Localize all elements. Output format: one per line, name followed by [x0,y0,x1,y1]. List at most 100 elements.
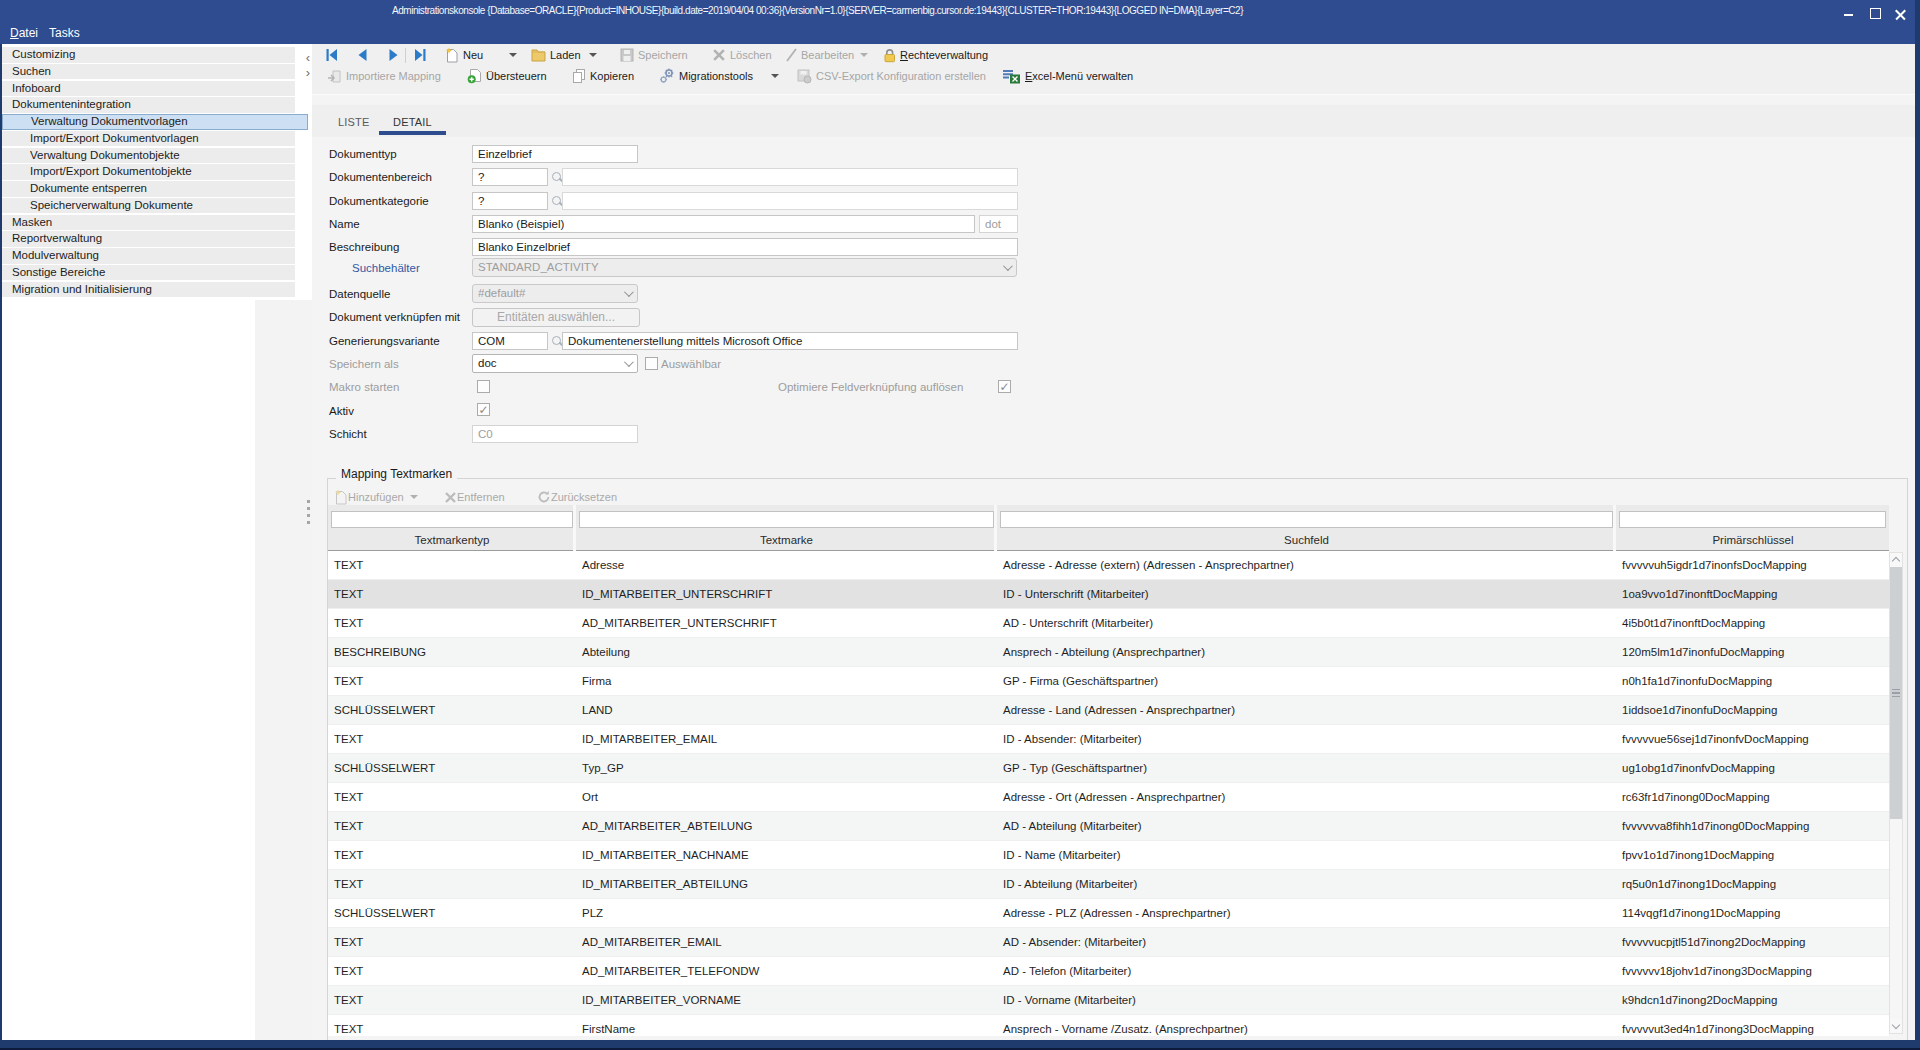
new-button[interactable]: Neu [445,45,517,65]
sidebar-item[interactable]: Reportverwaltung [2,231,295,247]
filter-input-textmarke[interactable] [579,511,994,528]
table-row[interactable]: SCHLÜSSELWERT Typ_GP GP - Typ (Geschäfts… [328,754,1889,783]
sidebar-item[interactable]: Migration und Initialisierung [2,282,295,298]
scroll-up-icon[interactable] [1890,553,1902,567]
menu-tasks[interactable]: Tasks [49,26,80,40]
splitter-handle[interactable] [307,500,310,525]
add-mapping-button[interactable]: Hinzufügen [334,488,418,506]
edit-dropdown-arrow[interactable] [860,53,868,57]
sidebar-item[interactable]: Dokumente entsperren [2,181,295,197]
speichern-als-select[interactable]: doc [472,354,638,373]
table-row[interactable]: TEXT AD_MITARBEITER_EMAIL AD - Absender:… [328,928,1889,957]
maximize-button[interactable] [1866,4,1884,20]
label-speichern-als: Speichern als [329,355,399,373]
table-row[interactable]: TEXT AD_MITARBEITER_ABTEILUNG AD - Abtei… [328,812,1889,841]
table-row[interactable]: TEXT AD_MITARBEITER_UNTERSCHRIFT AD - Un… [328,609,1889,638]
vertical-scrollbar[interactable] [1889,552,1903,1034]
sidebar-item[interactable]: Verwaltung Dokumentobjekte [2,148,295,164]
table-row[interactable]: TEXT Ort Adresse - Ort (Adressen - Anspr… [328,783,1889,812]
column-header-textmarke[interactable]: Textmarke [576,531,997,550]
sidebar-item[interactable]: Customizing [2,47,295,63]
dokumentkategorie-text[interactable] [562,192,1018,210]
rights-button[interactable]: Rechteverwaltung [883,45,988,65]
mapping-table: Textmarkentyp Textmarke Suchfeld Primärs… [327,505,1889,1036]
dokumenttyp-input[interactable]: Einzelbrief [472,145,638,163]
optimiere-checkbox[interactable] [998,380,1011,393]
nav-next-button[interactable] [385,45,402,65]
copy-button[interactable]: Kopieren [572,66,634,86]
table-row[interactable]: TEXT ID_MITARBEITER_ABTEILUNG ID - Abtei… [328,870,1889,899]
generierungsvariante-input[interactable]: COM [472,332,548,350]
sidebar-item[interactable]: Masken [2,215,295,231]
makro-starten-checkbox[interactable] [477,380,490,393]
sidebar-item[interactable]: Import/Export Dokumentvorlagen [2,131,295,147]
sidebar-item[interactable]: Dokumentenintegration [2,97,295,113]
label-dokument-verknuepfen: Dokument verknüpfen mit [329,308,460,326]
table-row[interactable]: TEXT ID_MITARBEITER_VORNAME ID - Vorname… [328,986,1889,1015]
sidebar-item[interactable]: Modulverwaltung [2,248,295,264]
nav-last-button[interactable] [412,45,429,65]
sidebar-item[interactable]: Import/Export Dokumentobjekte [2,164,295,180]
close-button[interactable] [1891,4,1909,20]
suchbehaelter-select[interactable]: STANDARD_ACTIVITY [472,258,1017,277]
reset-mapping-button[interactable]: Zurücksetzen [537,488,617,506]
save-button[interactable]: Speichern [620,45,688,65]
import-mapping-button[interactable]: Importiere Mapping [327,66,441,86]
scroll-down-icon[interactable] [1890,1019,1902,1033]
generierungsvariante-text[interactable]: Dokumentenerstellung mittels Microsoft O… [562,332,1018,350]
table-row[interactable]: TEXT AD_MITARBEITER_TELEFONDW AD - Telef… [328,957,1889,986]
load-button[interactable]: Laden [531,45,597,65]
menu-datei[interactable]: Datei [10,26,38,40]
edit-button[interactable]: Bearbeiten [785,45,868,65]
migration-dropdown-arrow[interactable] [771,74,779,78]
entitaeten-button[interactable]: Entitäten auswählen... [472,308,640,327]
remove-mapping-button[interactable]: Entfernen [444,488,505,506]
dokumentenbereich-input[interactable]: ? [472,168,548,186]
sidebar-item[interactable]: Speicherverwaltung Dokumente [2,198,295,214]
column-header-textmarkentyp[interactable]: Textmarkentyp [328,531,576,550]
table-row[interactable]: TEXT ID_MITARBEITER_NACHNAME ID - Name (… [328,841,1889,870]
lock-icon [883,48,896,63]
table-row[interactable]: TEXT FirstName Ansprech - Vorname /Zusat… [328,1015,1889,1036]
csv-export-button[interactable]: CSV-Export Konfiguration erstellen [797,66,986,86]
beschreibung-input[interactable]: Blanko Einzelbrief [472,238,1018,256]
migration-tools-button[interactable]: Migrationstools [659,66,779,86]
sidebar-item[interactable]: Infoboard [2,81,295,97]
table-row[interactable]: TEXT Firma GP - Firma (Geschäftspartner)… [328,667,1889,696]
table-row[interactable]: BESCHREIBUNG Abteilung Ansprech - Abteil… [328,638,1889,667]
minimize-button[interactable] [1840,4,1858,20]
name-input[interactable]: Blanko (Beispiel) [472,215,975,233]
nav-first-button[interactable] [323,45,340,65]
excel-menu-button[interactable]: Excel-Menü verwalten [1002,66,1133,86]
scrollbar-thumb[interactable] [1890,567,1902,819]
schicht-input[interactable]: C0 [472,425,638,443]
auswaehlbar-checkbox[interactable] [645,357,658,370]
nav-prev-button[interactable] [354,45,371,65]
delete-button[interactable]: Löschen [712,45,772,65]
filter-input-suchfeld[interactable] [1000,511,1613,528]
tab-detail[interactable]: DETAIL [393,116,432,128]
dokumentenbereich-text[interactable] [562,168,1018,186]
label-suchbehaelter[interactable]: Suchbehälter [352,259,420,277]
new-dropdown-arrow[interactable] [509,53,517,57]
load-dropdown-arrow[interactable] [589,53,597,57]
tab-liste[interactable]: LISTE [338,116,370,128]
sidebar-item[interactable]: Sonstige Bereiche [2,265,295,281]
delete-x-icon [712,48,726,62]
table-row[interactable]: SCHLÜSSELWERT PLZ Adresse - PLZ (Adresse… [328,899,1889,928]
aktiv-checkbox[interactable] [477,403,490,416]
table-row[interactable]: SCHLÜSSELWERT LAND Adresse - Land (Adres… [328,696,1889,725]
column-header-primaerschluessel[interactable]: Primärschlüssel [1616,531,1889,550]
table-row[interactable]: TEXT Adresse Adresse - Adresse (extern) … [328,551,1889,580]
column-header-suchfeld[interactable]: Suchfeld [997,531,1616,550]
override-button[interactable]: Übersteuern [467,66,547,86]
table-row[interactable]: TEXT ID_MITARBEITER_EMAIL ID - Absender:… [328,725,1889,754]
label-dokumentkategorie: Dokumentkategorie [329,192,429,210]
filter-input-primaerschluessel[interactable] [1619,511,1886,528]
filter-input-textmarkentyp[interactable] [331,511,573,528]
sidebar-item[interactable]: Verwaltung Dokumentvorlagen [2,114,308,130]
sidebar-item[interactable]: Suchen [2,64,295,80]
dokumentkategorie-input[interactable]: ? [472,192,548,210]
table-row[interactable]: TEXT ID_MITARBEITER_UNTERSCHRIFT ID - Un… [328,580,1889,609]
datenquelle-select[interactable]: #default# [472,284,638,303]
